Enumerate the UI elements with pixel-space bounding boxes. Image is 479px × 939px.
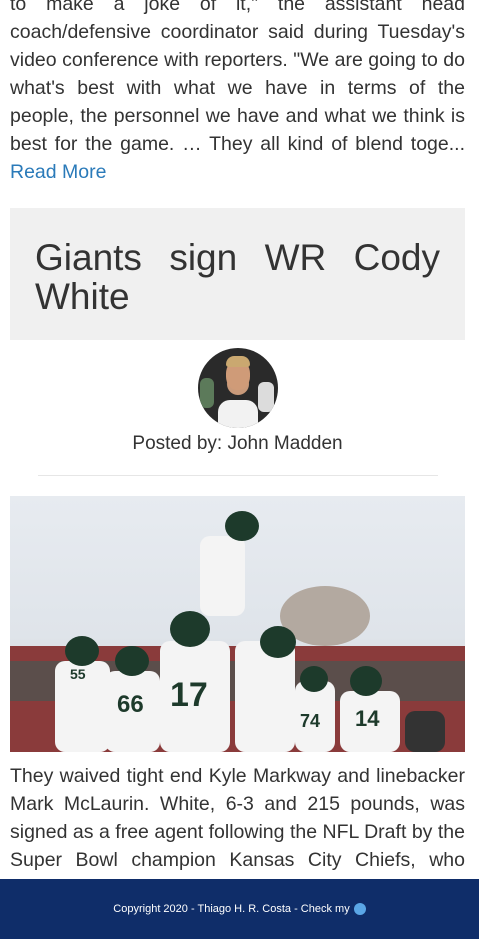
divider xyxy=(37,475,438,476)
excerpt-text: to make a joke of it," the assistant hea… xyxy=(10,0,465,155)
jersey-number: 14 xyxy=(355,706,380,731)
jersey-number: 55 xyxy=(70,666,86,682)
post-image: 55 66 17 74 14 xyxy=(10,496,465,752)
author-block: Posted by: John Madden xyxy=(10,348,465,455)
read-more-link[interactable]: Read More xyxy=(10,161,106,183)
author-avatar xyxy=(197,348,278,428)
post-title-box: Giants sign WR Cody White xyxy=(10,208,465,340)
jersey-number: 17 xyxy=(170,676,208,714)
post-title[interactable]: Giants sign WR Cody White xyxy=(35,238,440,316)
footer-copyright: Copyright 2020 - Thiago H. R. Costa - Ch… xyxy=(113,903,350,915)
posted-by: Posted by: John Madden xyxy=(132,433,343,454)
jersey-number: 74 xyxy=(300,711,321,731)
github-icon[interactable] xyxy=(353,903,366,915)
jersey-number: 66 xyxy=(117,691,144,718)
footer: Copyright 2020 - Thiago H. R. Costa - Ch… xyxy=(0,879,479,939)
main-content: to make a joke of it," the assistant hea… xyxy=(10,0,465,902)
previous-post-excerpt: to make a joke of it," the assistant hea… xyxy=(10,0,465,186)
